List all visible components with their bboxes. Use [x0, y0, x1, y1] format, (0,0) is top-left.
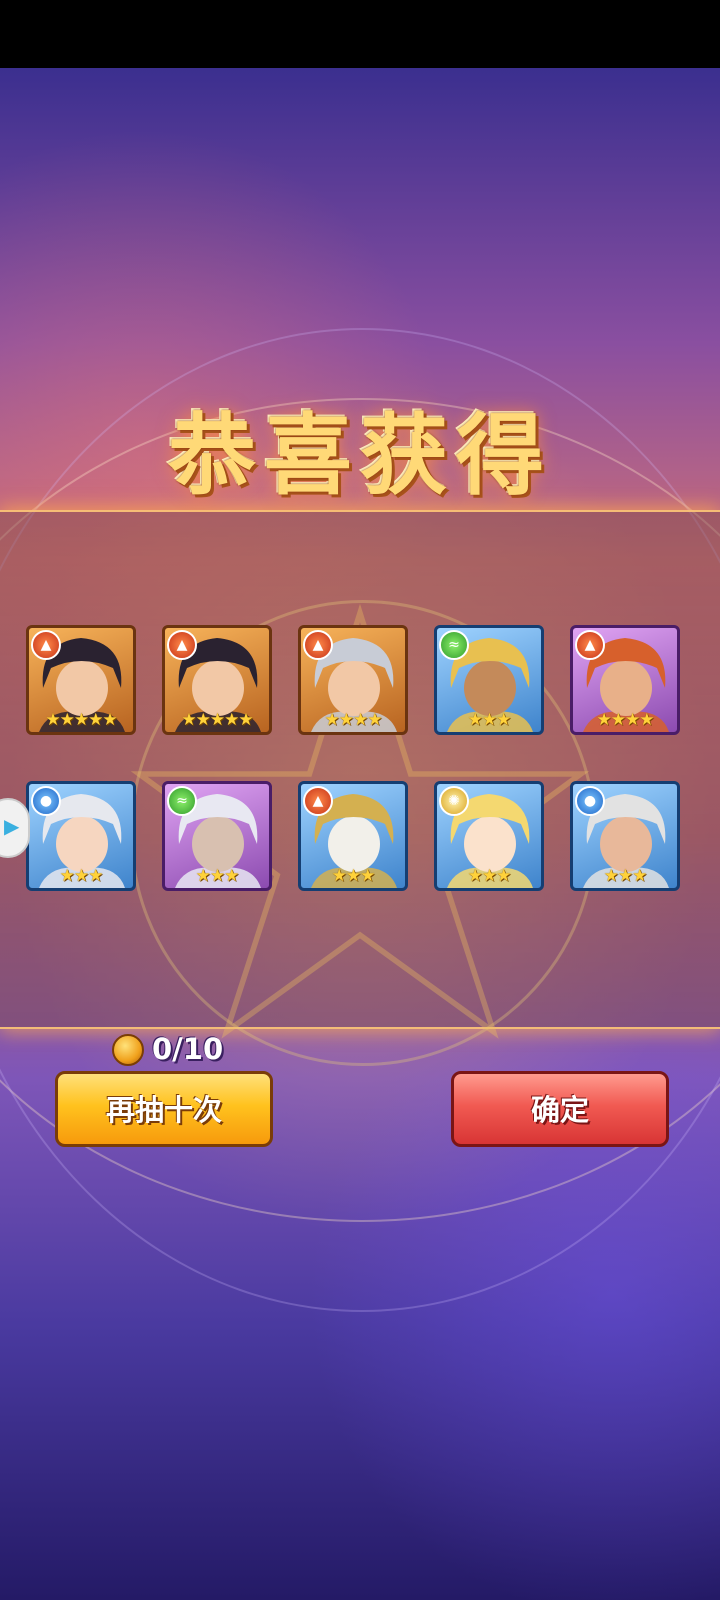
water-drop-icon: ●	[575, 786, 605, 816]
wind-icon: ≈	[439, 630, 469, 660]
draw-count-text: 0/10	[152, 1032, 224, 1066]
sun-icon: ✺	[439, 786, 469, 816]
flame-icon: ▲	[167, 630, 197, 660]
hero-card[interactable]: ▲ ★★★★	[570, 625, 680, 735]
draw-ten-again-button[interactable]: 再抽十次	[55, 1071, 273, 1147]
star-rating: ★★★	[603, 866, 648, 886]
star-rating: ★★★	[467, 710, 512, 730]
hero-card[interactable]: ≈ ★★★	[162, 781, 272, 891]
flame-icon: ▲	[31, 630, 61, 660]
hero-card[interactable]: ● ★★★	[570, 781, 680, 891]
star-rating: ★★★	[195, 866, 240, 886]
flame-icon: ▲	[303, 786, 333, 816]
side-expand-button[interactable]: ▶	[0, 798, 30, 858]
star-rating: ★★★	[467, 866, 512, 886]
gold-coin-icon	[112, 1034, 144, 1066]
play-arrow-icon: ▶	[4, 814, 20, 838]
hero-card[interactable]: ● ★★★	[26, 781, 136, 891]
flame-icon: ▲	[575, 630, 605, 660]
hero-card[interactable]: ▲ ★★★★★	[162, 625, 272, 735]
hero-grid: ▲ ★★★★★ ▲ ★★★★★ ▲ ★★★★ ≈ ★★★ ▲ ★★★★ ● ★★★ ≈ ★★★ ▲ ★★★ ✺ ★…	[0, 0, 720, 1600]
star-rating: ★★★★★	[45, 710, 117, 730]
star-rating: ★★★★★	[181, 710, 253, 730]
hero-card[interactable]: ▲ ★★★★★	[26, 625, 136, 735]
flame-icon: ▲	[303, 630, 333, 660]
water-drop-icon: ●	[31, 786, 61, 816]
star-rating: ★★★★	[324, 710, 383, 730]
star-rating: ★★★	[59, 866, 104, 886]
hero-card[interactable]: ✺ ★★★	[434, 781, 544, 891]
hero-card[interactable]: ▲ ★★★★	[298, 625, 408, 735]
star-rating: ★★★★	[596, 710, 655, 730]
hero-card[interactable]: ≈ ★★★	[434, 625, 544, 735]
confirm-button[interactable]: 确定	[451, 1071, 669, 1147]
star-rating: ★★★	[331, 866, 376, 886]
hero-card[interactable]: ▲ ★★★	[298, 781, 408, 891]
wind-icon: ≈	[167, 786, 197, 816]
